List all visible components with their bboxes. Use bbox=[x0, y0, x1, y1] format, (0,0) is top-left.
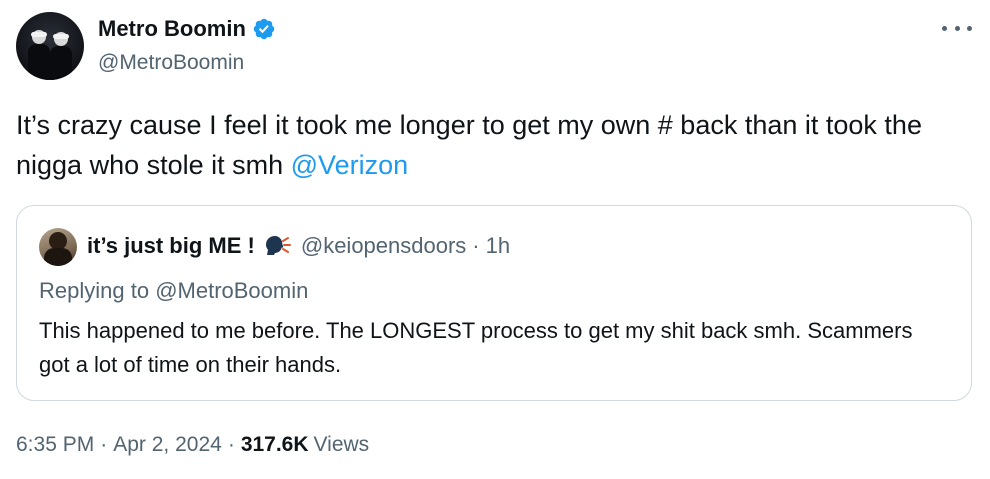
tweet-time[interactable]: 6:35 PM bbox=[16, 433, 94, 456]
tweet-meta: 6:35 PM · Apr 2, 2024 · 317.6K Views bbox=[16, 430, 369, 460]
author-avatar[interactable] bbox=[16, 12, 84, 80]
quoted-author-handle[interactable]: @keiopensdoors bbox=[301, 231, 466, 261]
dot-icon bbox=[942, 25, 947, 31]
avatar-figure-right bbox=[50, 46, 72, 80]
verified-badge-icon[interactable] bbox=[252, 17, 276, 41]
meta-separator: · bbox=[227, 433, 235, 456]
author-name-row: Metro Boomin bbox=[98, 16, 276, 42]
tweet-text-body: It’s crazy cause I feel it took me longe… bbox=[16, 110, 922, 180]
quoted-author-name[interactable]: it’s just big ME ! bbox=[87, 231, 255, 261]
dot-icon bbox=[954, 25, 960, 31]
meta-separator: · bbox=[100, 433, 108, 456]
avatar-mask-right bbox=[53, 34, 69, 39]
avatar-mask-left bbox=[31, 32, 47, 37]
author-handle[interactable]: @MetroBoomin bbox=[98, 50, 244, 76]
quoted-tweet-time[interactable]: 1h bbox=[486, 231, 510, 261]
quoted-tweet-card[interactable]: it’s just big ME ! @keiopensdoors · 1h R… bbox=[16, 205, 972, 401]
more-options-ellipsis-icon[interactable] bbox=[942, 18, 972, 38]
replying-to-line: Replying to @MetroBoomin bbox=[39, 276, 308, 306]
quoted-tweet-header: it’s just big ME ! @keiopensdoors · 1h bbox=[87, 231, 510, 261]
author-display-name[interactable]: Metro Boomin bbox=[98, 16, 246, 42]
views-count[interactable]: 317.6K bbox=[241, 433, 309, 456]
replying-to-handle-link[interactable]: @MetroBoomin bbox=[155, 278, 308, 303]
mention-link-verizon[interactable]: @Verizon bbox=[291, 150, 408, 180]
header-separator: · bbox=[472, 233, 480, 258]
quoted-avatar-body bbox=[44, 248, 72, 266]
quoted-tweet-text: This happened to me before. The LONGEST … bbox=[39, 318, 913, 377]
tweet-text: It’s crazy cause I feel it took me longe… bbox=[16, 105, 976, 185]
avatar-figure-left bbox=[28, 44, 50, 80]
replying-to-prefix: Replying to bbox=[39, 278, 156, 303]
dot-icon bbox=[967, 25, 972, 31]
views-label: Views bbox=[313, 433, 370, 456]
tweet-date[interactable]: Apr 2, 2024 bbox=[113, 433, 222, 456]
quoted-author-avatar[interactable] bbox=[39, 228, 77, 266]
speaking-head-icon bbox=[261, 233, 291, 259]
